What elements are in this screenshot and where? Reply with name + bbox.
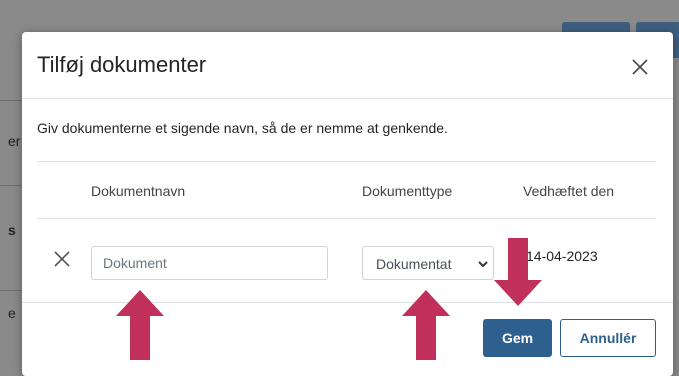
divider — [37, 218, 656, 219]
dialog-intro-text: Giv dokumenterne et sigende navn, så de … — [37, 120, 448, 136]
dialog-title: Tilføj dokumenter — [37, 52, 207, 77]
cancel-button[interactable]: Annullér — [560, 319, 656, 357]
background-text: s — [8, 222, 16, 238]
annotation-arrow-up-icon — [116, 290, 164, 360]
dialog-header: Tilføj dokumenter — [22, 32, 673, 99]
divider — [37, 161, 656, 162]
background-text: e — [8, 305, 16, 321]
background-divider — [0, 100, 24, 101]
close-button[interactable] — [627, 54, 653, 80]
annotation-arrow-up-icon — [402, 290, 450, 360]
background-text: er — [8, 133, 21, 149]
close-icon — [632, 59, 648, 75]
document-type-select[interactable]: Dokumentat — [362, 246, 494, 280]
remove-row-button[interactable] — [52, 249, 72, 269]
save-button[interactable]: Gem — [483, 319, 552, 357]
close-icon — [54, 251, 70, 267]
document-type-value: Dokumentat — [376, 256, 452, 272]
document-name-input[interactable] — [91, 246, 328, 280]
column-header-name: Dokumentnavn — [91, 183, 186, 199]
background-divider — [0, 185, 24, 186]
background-divider — [0, 290, 24, 291]
column-header-type: Dokumenttype — [362, 183, 453, 199]
annotation-arrow-down-icon — [494, 238, 542, 306]
column-header-attached: Vedhæftet den — [523, 183, 615, 199]
chevron-down-icon — [478, 261, 488, 268]
